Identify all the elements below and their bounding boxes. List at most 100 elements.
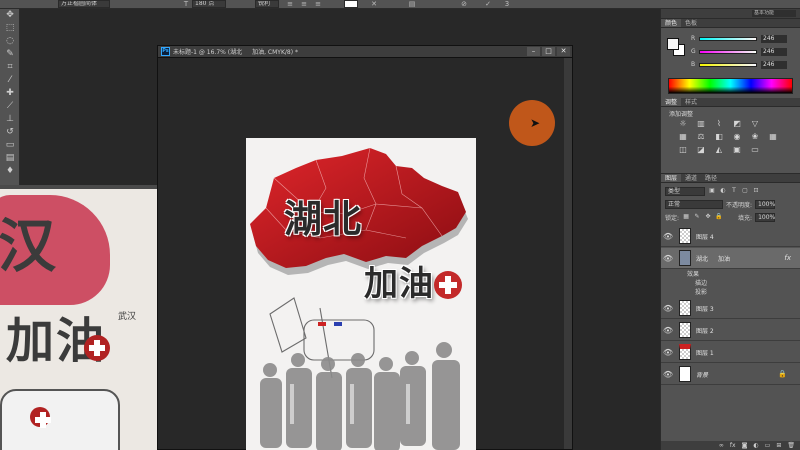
foreground-color-swatch[interactable] <box>667 38 679 50</box>
tab-layers[interactable]: 图层 <box>661 174 682 182</box>
stamp-tool-icon[interactable]: ⊥ <box>0 113 20 126</box>
eyedropper-tool-icon[interactable]: ⁄ <box>0 74 20 87</box>
gradient-map-icon[interactable]: ▭ <box>749 145 761 155</box>
effect-shadow[interactable]: 投影 <box>695 288 707 297</box>
crop-tool-icon[interactable]: ⌗ <box>0 61 20 74</box>
filter-shape-icon[interactable]: ▢ <box>741 187 749 195</box>
levels-icon[interactable]: ▥ <box>695 119 707 129</box>
selective-color-icon[interactable]: ▣ <box>731 145 743 155</box>
marquee-tool-icon[interactable]: ⬚ <box>0 22 20 35</box>
channel-r-value[interactable]: 246 <box>761 34 787 43</box>
color-balance-icon[interactable]: ⚖ <box>695 132 707 142</box>
visibility-eye-icon[interactable]: 👁 <box>661 304 675 313</box>
font-size-select[interactable]: 180 点 <box>192 0 226 8</box>
maximize-button[interactable]: □ <box>542 47 555 56</box>
tab-swatches[interactable]: 色板 <box>681 19 701 27</box>
filter-text-icon[interactable]: T <box>730 187 738 195</box>
visibility-eye-icon[interactable]: 👁 <box>661 370 675 379</box>
layer-filter-select[interactable]: 类型 <box>665 186 705 196</box>
tab-color[interactable]: 颜色 <box>661 19 682 27</box>
history-brush-tool-icon[interactable]: ↺ <box>0 126 20 139</box>
align-left-icon[interactable]: ≡ <box>286 0 294 8</box>
layer-name[interactable]: 图层 2 <box>696 326 714 335</box>
channel-mixer-icon[interactable]: ❀ <box>749 132 761 142</box>
lock-all-icon[interactable]: 🔒 <box>715 213 723 221</box>
visibility-eye-icon[interactable]: 👁 <box>661 254 675 263</box>
layer-row[interactable]: 👁 图层 1 <box>661 342 800 363</box>
curves-icon[interactable]: ⌇ <box>713 119 725 129</box>
exposure-icon[interactable]: ◩ <box>731 119 743 129</box>
tab-adjustments[interactable]: 调整 <box>661 98 682 106</box>
close-button[interactable]: ✕ <box>557 47 570 56</box>
channel-g-value[interactable]: 246 <box>761 47 787 56</box>
bw-icon[interactable]: ◧ <box>713 132 725 142</box>
brightness-icon[interactable]: ☼ <box>677 119 689 129</box>
layer-row[interactable]: 👁 图层 4 <box>661 226 800 247</box>
anti-alias-select[interactable]: 锐利 <box>255 0 279 8</box>
align-right-icon[interactable]: ≡ <box>314 0 322 8</box>
filter-adjust-icon[interactable]: ◐ <box>719 187 727 195</box>
adjust-layer-icon[interactable]: ◐ <box>753 441 758 450</box>
font-family-select[interactable]: 万正楷圆简体 <box>58 0 110 8</box>
fill-input[interactable]: 100% <box>755 212 775 222</box>
3d-icon[interactable]: 3 <box>503 0 511 8</box>
fx-icon[interactable]: fx <box>784 254 791 262</box>
tab-channels[interactable]: 通道 <box>681 174 701 182</box>
tab-styles[interactable]: 样式 <box>681 98 701 106</box>
document-titlebar[interactable]: Ps 未标题-1 @ 16.7% (湖北 加油, CMYK/8) * – □ ✕ <box>158 46 572 58</box>
panels-toggle-icon[interactable]: ▤ <box>408 0 416 8</box>
layer-row[interactable]: 👁 背景 🔒 <box>661 364 800 385</box>
eraser-tool-icon[interactable]: ▭ <box>0 139 20 152</box>
delete-layer-icon[interactable]: 🗑 <box>787 441 795 450</box>
effect-stroke[interactable]: 描边 <box>695 279 707 288</box>
layer-name[interactable]: 背景 <box>696 370 708 379</box>
opacity-input[interactable]: 100% <box>755 199 775 209</box>
commit-icon[interactable]: ✓ <box>484 0 492 8</box>
quick-select-tool-icon[interactable]: ✎ <box>0 48 20 61</box>
photo-filter-icon[interactable]: ◉ <box>731 132 743 142</box>
fx-add-icon[interactable]: fx <box>730 441 736 450</box>
visibility-eye-icon[interactable]: 👁 <box>661 232 675 241</box>
cancel-icon[interactable]: ⊘ <box>460 0 468 8</box>
hue-sat-icon[interactable]: ▦ <box>677 132 689 142</box>
move-tool-icon[interactable]: ✥ <box>0 9 20 22</box>
channel-g-slider[interactable] <box>699 49 757 54</box>
gradient-tool-icon[interactable]: ▤ <box>0 152 20 165</box>
tab-paths[interactable]: 路径 <box>701 174 721 182</box>
blur-tool-icon[interactable]: ♦ <box>0 165 20 178</box>
minimize-button[interactable]: – <box>527 47 540 56</box>
lock-image-icon[interactable]: ✎ <box>693 213 701 221</box>
layer-row-selected[interactable]: 👁 湖北 加油 fx <box>661 248 800 269</box>
poster-text-hubei[interactable]: 湖北 <box>284 188 362 243</box>
layer-row[interactable]: 👁 图层 3 <box>661 298 800 319</box>
posterize-icon[interactable]: ◪ <box>695 145 707 155</box>
visibility-eye-icon[interactable]: 👁 <box>661 348 675 357</box>
document-window[interactable]: Ps 未标题-1 @ 16.7% (湖北 加油, CMYK/8) * – □ ✕… <box>157 45 573 450</box>
lock-transparent-icon[interactable]: ▦ <box>682 213 690 221</box>
mask-icon[interactable]: ◙ <box>742 441 748 450</box>
text-color-swatch[interactable] <box>344 0 358 8</box>
channel-b-slider[interactable] <box>699 62 757 67</box>
layer-name[interactable]: 图层 4 <box>696 232 714 241</box>
layer-name[interactable]: 湖北 <box>696 254 708 263</box>
healing-tool-icon[interactable]: ✚ <box>0 87 20 100</box>
layer-name[interactable]: 图层 1 <box>696 348 714 357</box>
channel-b-value[interactable]: 246 <box>761 60 787 69</box>
color-spectrum[interactable] <box>668 78 793 94</box>
brush-tool-icon[interactable]: ⟋ <box>0 100 20 113</box>
threshold-icon[interactable]: ◭ <box>713 145 725 155</box>
filter-pixel-icon[interactable]: ▣ <box>708 187 716 195</box>
filter-smart-icon[interactable]: ⊡ <box>752 187 760 195</box>
poster-text-jiayou[interactable]: 加油 <box>364 256 434 305</box>
channel-r-slider[interactable] <box>699 36 757 41</box>
color-lookup-icon[interactable]: ▦ <box>767 132 779 142</box>
new-layer-icon[interactable]: ⊞ <box>776 441 781 450</box>
align-center-icon[interactable]: ≡ <box>300 0 308 8</box>
lasso-tool-icon[interactable]: ◌ <box>0 35 20 48</box>
warp-text-icon[interactable]: ✕ <box>370 0 378 8</box>
invert-icon[interactable]: ◫ <box>677 145 689 155</box>
workspace-switcher[interactable]: 基本功能 <box>752 10 796 17</box>
poster-canvas[interactable]: 湖北 加油 <box>246 138 476 450</box>
blend-mode-select[interactable]: 正常 <box>665 199 723 209</box>
layer-row[interactable]: 👁 图层 2 <box>661 320 800 341</box>
